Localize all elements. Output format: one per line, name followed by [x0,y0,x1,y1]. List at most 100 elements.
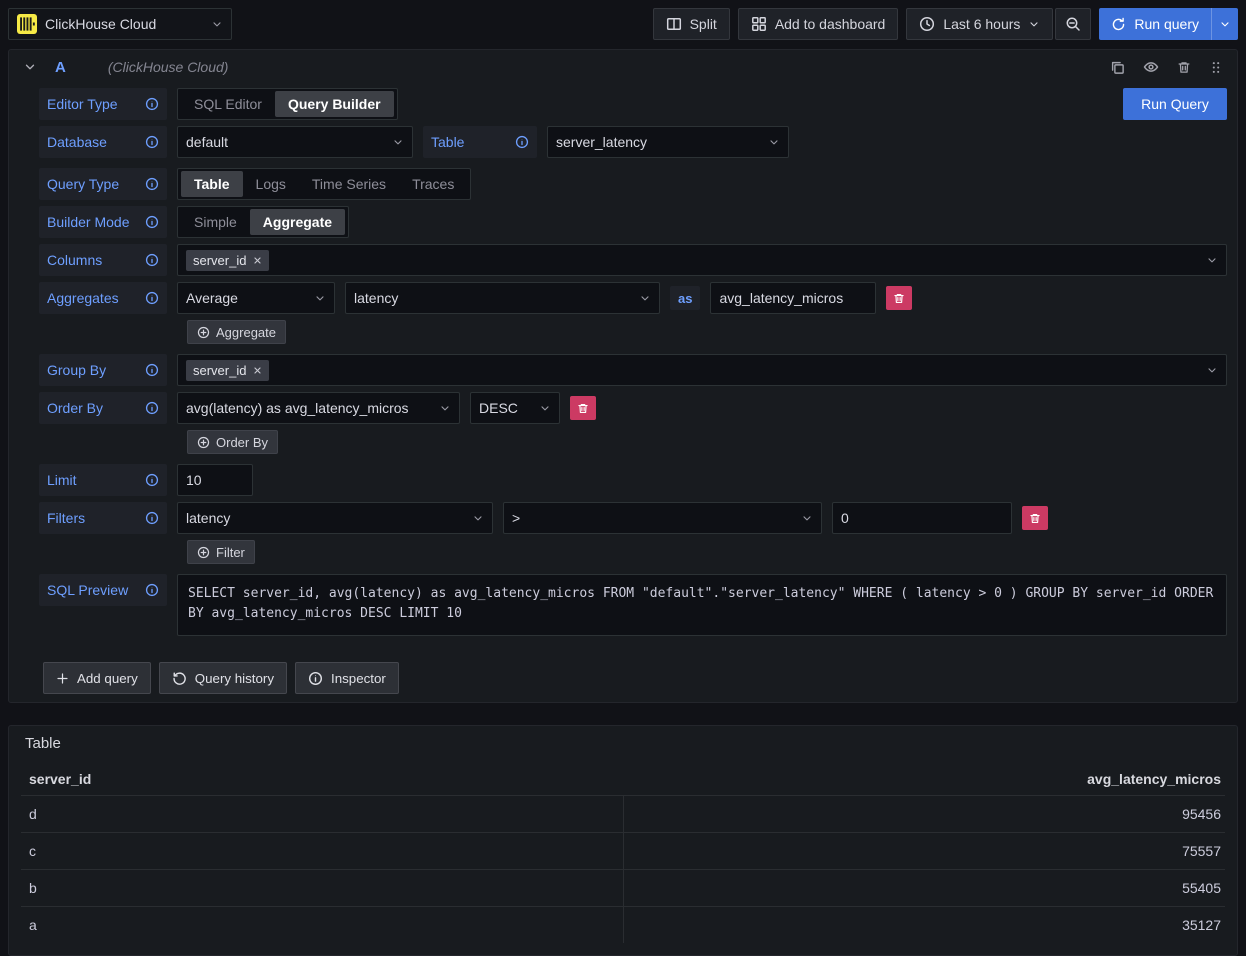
info-icon[interactable] [145,511,159,525]
disable-query-button[interactable] [1143,59,1159,75]
inspector-button[interactable]: Inspector [295,662,399,694]
chevron-down-icon [801,512,813,524]
info-icon[interactable] [145,135,159,149]
run-query-inline-button[interactable]: Run Query [1123,88,1227,120]
remove-chip-button[interactable] [253,366,262,375]
editor-type-option-builder[interactable]: Query Builder [275,91,394,117]
run-query-label: Run query [1134,16,1199,32]
filter-column-select[interactable]: latency [177,502,493,534]
aggregate-alias-input[interactable] [710,282,876,314]
remove-aggregate-button[interactable] [886,286,912,310]
plus-circle-icon [197,546,210,559]
chevron-down-icon [1028,18,1040,30]
add-order-by-button[interactable]: Order By [187,430,278,454]
time-picker-group: Last 6 hours [906,8,1091,40]
aggregate-column-select[interactable]: latency [345,282,660,314]
cell-avg-latency: 55405 [623,870,1225,906]
field-row-aggregates: Aggregates Average latency as [39,282,1227,314]
editor-type-option-sql[interactable]: SQL Editor [181,91,275,117]
query-history-button[interactable]: Query history [159,662,287,694]
info-icon[interactable] [145,253,159,267]
chevron-down-icon [639,292,651,304]
info-icon[interactable] [145,177,159,191]
remove-chip-button[interactable] [253,256,262,265]
filters-label: Filters [39,502,167,534]
builder-mode-switch: Simple Aggregate [177,206,349,238]
table-select[interactable]: server_latency [547,126,789,158]
time-range-label: Last 6 hours [943,16,1020,32]
field-row-limit: Limit [39,464,1227,496]
drag-handle[interactable] [1209,60,1223,75]
query-row-actions [1110,59,1223,75]
grip-dots-icon [1209,60,1223,75]
trash-icon [1177,60,1191,75]
filter-value-input[interactable] [832,502,1012,534]
group-by-multiselect[interactable]: server_id [177,354,1227,386]
split-label: Split [690,16,717,32]
field-row-columns: Columns server_id [39,244,1227,276]
filter-operator-select[interactable]: > [503,502,822,534]
columns-multiselect[interactable]: server_id [177,244,1227,276]
toolbar-actions: Split Add to dashboard Last 6 hours [653,8,1238,40]
order-by-field-select[interactable]: avg(latency) as avg_latency_micros [177,392,460,424]
info-icon[interactable] [145,215,159,229]
sync-icon [1111,17,1126,32]
query-type-option-logs[interactable]: Logs [243,171,299,197]
add-aggregate-button[interactable]: Aggregate [187,320,286,344]
add-filter-button[interactable]: Filter [187,540,255,564]
info-icon[interactable] [145,583,159,597]
remove-query-button[interactable] [1177,60,1191,75]
limit-input[interactable] [177,464,253,496]
datasource-name: ClickHouse Cloud [45,16,156,32]
add-to-dashboard-label: Add to dashboard [775,16,886,32]
chevron-down-icon [439,402,451,414]
column-header-avg-latency[interactable]: avg_latency_micros [625,771,1221,787]
info-icon[interactable] [145,363,159,377]
info-icon[interactable] [145,97,159,111]
aggregate-function-select[interactable]: Average [177,282,335,314]
info-icon[interactable] [145,291,159,305]
chevron-down-icon [539,402,551,414]
field-row-order-by: Order By avg(latency) as avg_latency_mic… [39,392,1227,424]
info-icon[interactable] [145,473,159,487]
split-button[interactable]: Split [653,8,730,40]
chevron-down-icon [1219,18,1231,30]
duplicate-query-button[interactable] [1110,60,1125,75]
query-row-header: A (ClickHouse Cloud) [9,50,1237,84]
add-to-dashboard-button[interactable]: Add to dashboard [738,8,899,40]
order-by-direction-select[interactable]: DESC [470,392,560,424]
remove-order-by-button[interactable] [570,396,596,420]
time-zoom-out-button[interactable] [1055,8,1091,40]
chevron-down-icon [472,512,484,524]
as-keyword-label: as [670,286,700,310]
trash-icon [1029,512,1041,525]
database-select[interactable]: default [177,126,413,158]
column-header-server-id[interactable]: server_id [29,771,625,787]
info-icon[interactable] [145,401,159,415]
query-footer-actions: Add query Query history Inspector [39,642,1227,702]
cell-server-id: b [21,870,623,906]
limit-label: Limit [39,464,167,496]
collapse-query-button[interactable] [23,60,37,74]
add-query-button[interactable]: Add query [43,662,151,694]
cell-avg-latency: 35127 [623,907,1225,943]
columns-label: Columns [39,244,167,276]
search-minus-icon [1065,16,1081,32]
run-query-options-button[interactable] [1211,8,1238,40]
query-type-option-table[interactable]: Table [181,171,243,197]
datasource-picker[interactable]: ClickHouse Cloud [8,8,232,40]
plus-icon [56,672,69,685]
run-query-button[interactable]: Run query [1099,8,1211,40]
builder-mode-option-aggregate[interactable]: Aggregate [250,209,345,235]
field-row-builder-mode: Builder Mode Simple Aggregate [39,206,1227,238]
time-range-button[interactable]: Last 6 hours [906,8,1053,40]
chevron-down-icon [211,18,223,30]
query-type-option-traces[interactable]: Traces [399,171,467,197]
query-type-option-timeseries[interactable]: Time Series [299,171,399,197]
builder-mode-option-simple[interactable]: Simple [181,209,250,235]
chevron-down-icon [1206,364,1218,376]
info-icon[interactable] [515,135,529,149]
remove-filter-button[interactable] [1022,506,1048,530]
cell-server-id: d [21,796,623,832]
chevron-down-icon [768,136,780,148]
